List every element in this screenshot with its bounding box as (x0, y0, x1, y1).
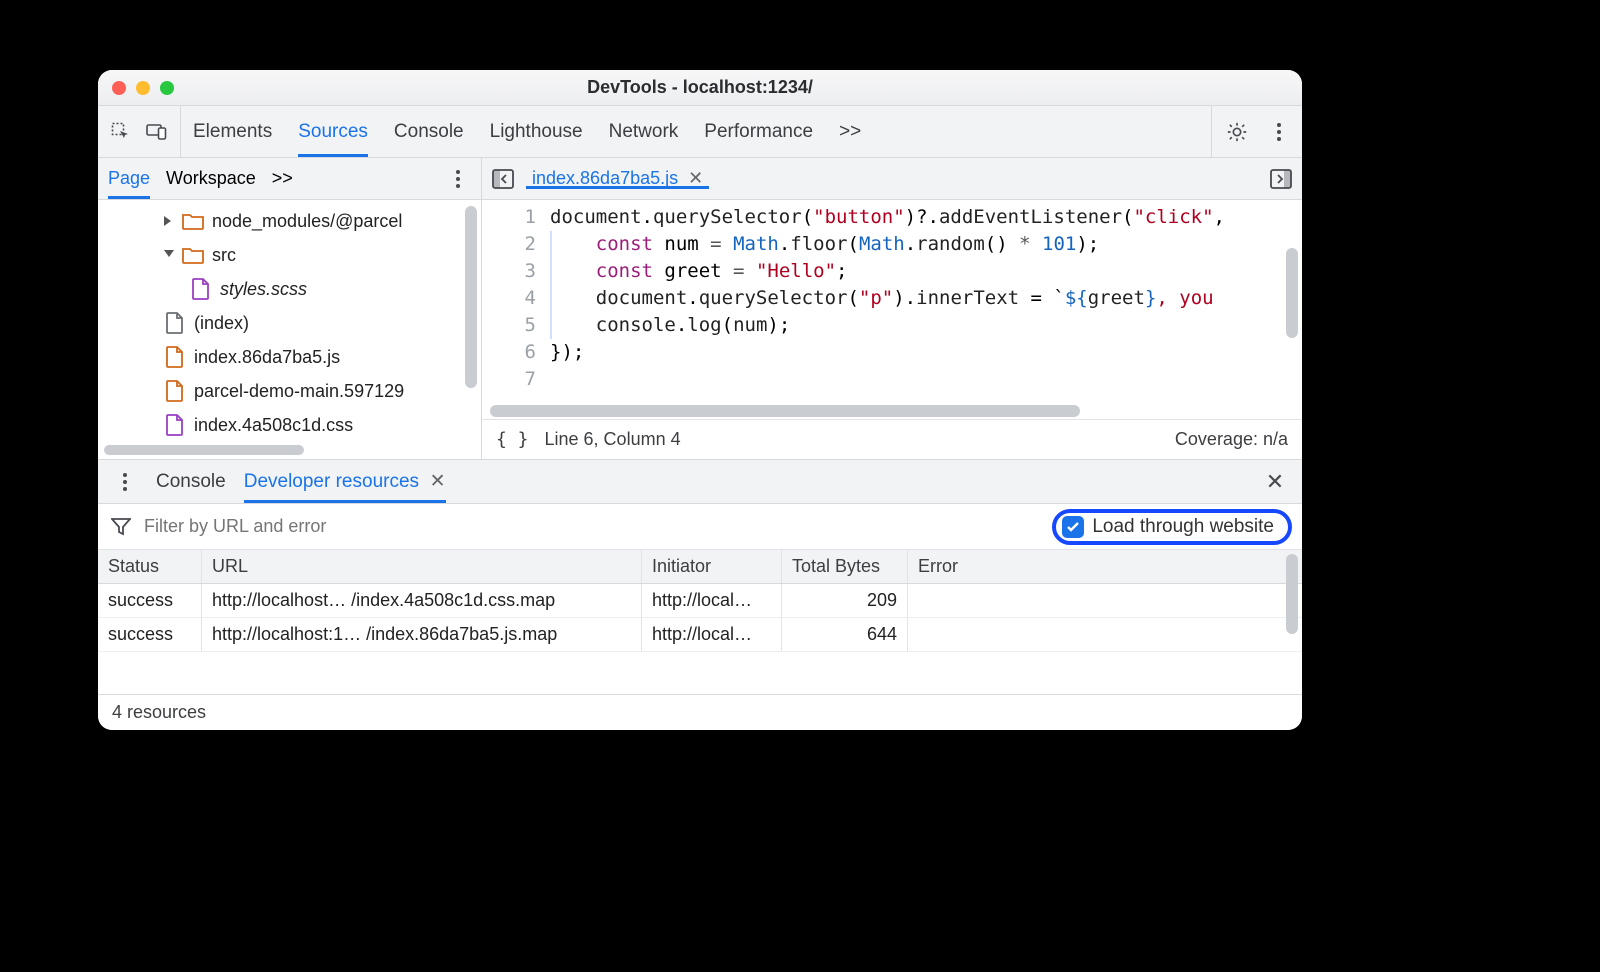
sidebar-scrollbar-horizontal[interactable] (98, 445, 481, 459)
editor-scrollbar-vertical[interactable] (1286, 248, 1298, 338)
code-area[interactable]: document.querySelector("button")?.addEve… (550, 200, 1302, 403)
folder-icon (182, 244, 204, 266)
editor-scrollbar-horizontal[interactable] (482, 403, 1302, 419)
load-through-website-label: Load through website (1092, 516, 1274, 538)
sources-navigator: Page Workspace >> node_modul (98, 158, 482, 459)
tab-performance[interactable]: Performance (704, 106, 813, 157)
col-url[interactable]: URL (202, 550, 642, 583)
load-through-website-checkbox[interactable] (1062, 516, 1084, 538)
gutter: 1234567 (482, 200, 550, 403)
tree-file-index-css[interactable]: index.4a508c1d.css (98, 408, 481, 442)
nav-tab-workspace[interactable]: Workspace (166, 158, 256, 199)
file-icon (164, 346, 186, 368)
tree-label: src (212, 245, 236, 266)
folder-icon (182, 210, 204, 232)
tab-lighthouse[interactable]: Lighthouse (490, 106, 583, 157)
nav-tab-page[interactable]: Page (108, 158, 150, 199)
code-editor: index.86da7ba5.js ✕ 1234567 document.que… (482, 158, 1302, 459)
window-title: DevTools - localhost:1234/ (98, 77, 1302, 98)
tree-file-styles-scss[interactable]: styles.scss (98, 272, 481, 306)
tree-label: index.86da7ba5.js (194, 347, 340, 368)
inspect-element-icon[interactable] (108, 119, 134, 145)
settings-gear-icon[interactable] (1224, 119, 1250, 145)
close-drawer-tab-icon[interactable]: ✕ (430, 470, 446, 493)
col-status[interactable]: Status (98, 550, 202, 583)
col-total-bytes[interactable]: Total Bytes (782, 550, 908, 583)
file-tree[interactable]: node_modules/@parcel src (98, 200, 481, 445)
close-drawer-icon[interactable]: ✕ (1262, 469, 1288, 495)
sidebar-scrollbar-vertical[interactable] (465, 206, 477, 388)
tree-file-index-js[interactable]: index.86da7ba5.js (98, 340, 481, 374)
drawer-tab-label: Developer resources (244, 471, 419, 493)
format-code-button[interactable]: { } (496, 429, 529, 450)
toggle-debugger-icon[interactable] (1268, 166, 1294, 192)
close-tab-icon[interactable]: ✕ (688, 168, 703, 189)
nav-tabs-overflow[interactable]: >> (272, 158, 293, 199)
editor-tab-label: index.86da7ba5.js (532, 168, 678, 189)
nav-more-icon[interactable] (445, 166, 471, 192)
tabs-overflow[interactable]: >> (839, 106, 861, 157)
tree-label: index.4a508c1d.css (194, 415, 353, 436)
devtools-window: DevTools - localhost:1234/ Elements Sour… (98, 70, 1302, 730)
tree-file-parcel-demo[interactable]: parcel-demo-main.597129 (98, 374, 481, 408)
drawer-status-bar: 4 resources (98, 694, 1302, 730)
load-through-website-highlight: Load through website (1052, 509, 1292, 545)
device-toolbar-icon[interactable] (144, 119, 170, 145)
drawer-scrollbar-vertical[interactable] (1286, 554, 1298, 634)
drawer: Console Developer resources ✕ ✕ (98, 460, 1302, 730)
table-row[interactable]: success http://localhost… /index.4a508c1… (98, 584, 1302, 618)
filter-input[interactable] (144, 516, 1040, 537)
resources-table-header: Status URL Initiator Total Bytes Error (98, 550, 1302, 584)
chevron-down-icon[interactable] (164, 250, 174, 260)
file-icon (164, 312, 186, 334)
coverage-status: Coverage: n/a (1175, 429, 1288, 450)
tree-label: parcel-demo-main.597129 (194, 381, 404, 402)
titlebar: DevTools - localhost:1234/ (98, 70, 1302, 106)
col-initiator[interactable]: Initiator (642, 550, 782, 583)
tree-folder-src[interactable]: src (98, 238, 481, 272)
top-tab-bar: Elements Sources Console Lighthouse Netw… (98, 106, 1302, 158)
cursor-position: Line 6, Column 4 (545, 429, 681, 450)
file-icon (164, 414, 186, 436)
file-icon (164, 380, 186, 402)
drawer-tab-dev-resources[interactable]: Developer resources ✕ (244, 460, 446, 503)
tab-elements[interactable]: Elements (193, 106, 272, 157)
tree-label: (index) (194, 313, 249, 334)
tree-file-index[interactable]: (index) (98, 306, 481, 340)
tab-network[interactable]: Network (609, 106, 679, 157)
tree-folder-node-modules[interactable]: node_modules/@parcel (98, 204, 481, 238)
table-row[interactable]: success http://localhost:1… /index.86da7… (98, 618, 1302, 652)
toggle-navigator-icon[interactable] (490, 166, 516, 192)
tree-label: styles.scss (220, 279, 307, 300)
more-options-icon[interactable] (1266, 119, 1292, 145)
tab-console[interactable]: Console (394, 106, 464, 157)
editor-tab-active[interactable]: index.86da7ba5.js ✕ (526, 168, 709, 189)
drawer-tab-console[interactable]: Console (156, 460, 226, 503)
filter-icon[interactable] (108, 514, 134, 540)
tab-sources[interactable]: Sources (298, 106, 368, 157)
chevron-right-icon[interactable] (164, 216, 174, 226)
tree-label: node_modules/@parcel (212, 211, 402, 232)
file-icon (190, 278, 212, 300)
col-error[interactable]: Error (908, 550, 1302, 583)
drawer-more-icon[interactable] (112, 469, 138, 495)
